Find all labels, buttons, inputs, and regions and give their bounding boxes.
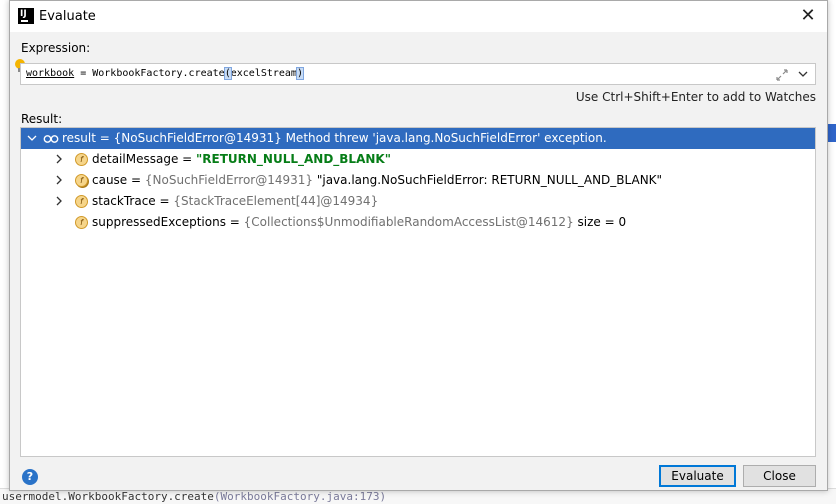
field-name: stackTrace xyxy=(92,194,156,208)
field-ref: {StackTraceElement[44]@14934} xyxy=(173,194,379,208)
expression-argument: excelStream xyxy=(230,68,297,79)
chevron-down-icon[interactable] xyxy=(797,68,809,80)
close-icon[interactable]: ✕ xyxy=(797,5,819,27)
field-ref: {NoSuchFieldError@14931} xyxy=(144,173,314,187)
background-console-link: (WorkbookFactory.java:173) xyxy=(213,490,387,503)
result-root-text: result = {NoSuchFieldError@14931} Method… xyxy=(62,131,607,145)
chevron-right-icon[interactable] xyxy=(54,196,64,206)
result-root-row[interactable]: result = {NoSuchFieldError@14931} Method… xyxy=(21,128,815,149)
title-bar: IJ Evaluate ✕ xyxy=(10,1,827,32)
field-value: "java.lang.NoSuchFieldError: RETURN_NULL… xyxy=(313,173,663,187)
close-button[interactable]: Close xyxy=(743,465,816,487)
field-eq: = xyxy=(225,215,244,229)
expand-icon[interactable] xyxy=(775,68,789,82)
expression-paren-close: ) xyxy=(295,67,304,80)
field-icon: f xyxy=(75,195,88,208)
tree-row-stack-trace[interactable]: f stackTrace = {StackTraceElement[44]@14… xyxy=(21,191,815,212)
expression-variable: workbook xyxy=(26,68,75,79)
field-icon: f xyxy=(75,153,88,166)
field-ref: {Collections$UnmodifiableRandomAccessLis… xyxy=(243,215,574,229)
field-eq: = xyxy=(127,173,145,187)
expression-text[interactable]: workbook = WorkbookFactory.create(excelS… xyxy=(26,67,304,80)
tree-row-suppressed-exceptions[interactable]: f suppressedExceptions = {Collections$Un… xyxy=(21,212,815,233)
result-label: Result: xyxy=(21,112,63,126)
infinity-icon xyxy=(43,135,59,143)
field-value: "RETURN_NULL_AND_BLANK" xyxy=(196,152,391,166)
field-name: cause xyxy=(92,173,128,187)
background-editor-right xyxy=(828,0,836,504)
dialog-title: Evaluate xyxy=(39,9,96,24)
help-icon[interactable]: ? xyxy=(22,469,38,485)
background-console-text: usermodel.WorkbookFactory.create xyxy=(2,490,214,503)
field-icon: f xyxy=(75,174,88,187)
chevron-down-icon[interactable] xyxy=(27,133,37,143)
background-selection xyxy=(828,124,836,142)
field-name: detailMessage xyxy=(92,152,179,166)
expression-label: Expression: xyxy=(21,41,91,55)
field-eq: = xyxy=(178,152,197,166)
tree-row-content: detailMessage = "RETURN_NULL_AND_BLANK" xyxy=(92,149,391,170)
field-eq: = xyxy=(155,194,174,208)
evaluate-dialog: IJ Evaluate ✕ Expression: workbook = Wor… xyxy=(9,0,828,491)
chevron-right-icon[interactable] xyxy=(54,154,64,164)
watches-hint: Use Ctrl+Shift+Enter to add to Watches xyxy=(575,90,816,104)
tree-row-content: cause = {NoSuchFieldError@14931} "java.l… xyxy=(92,170,662,191)
tree-row-content: suppressedExceptions = {Collections$Unmo… xyxy=(92,212,626,233)
tree-row-cause[interactable]: f cause = {NoSuchFieldError@14931} "java… xyxy=(21,170,815,191)
chevron-right-icon[interactable] xyxy=(54,175,64,185)
field-name: suppressedExceptions xyxy=(92,215,226,229)
expression-input[interactable]: workbook = WorkbookFactory.create(excelS… xyxy=(20,63,816,85)
tree-row-detail-message[interactable]: f detailMessage = "RETURN_NULL_AND_BLANK… xyxy=(21,149,815,170)
result-tree[interactable]: result = {NoSuchFieldError@14931} Method… xyxy=(20,127,816,457)
field-icon: f xyxy=(75,216,88,229)
intellij-app-icon: IJ xyxy=(18,8,34,24)
tree-row-content: stackTrace = {StackTraceElement[44]@1493… xyxy=(92,191,378,212)
expression-call: = WorkbookFactory.create xyxy=(74,68,225,79)
evaluate-button[interactable]: Evaluate xyxy=(659,465,736,487)
field-value: size = 0 xyxy=(573,215,627,229)
